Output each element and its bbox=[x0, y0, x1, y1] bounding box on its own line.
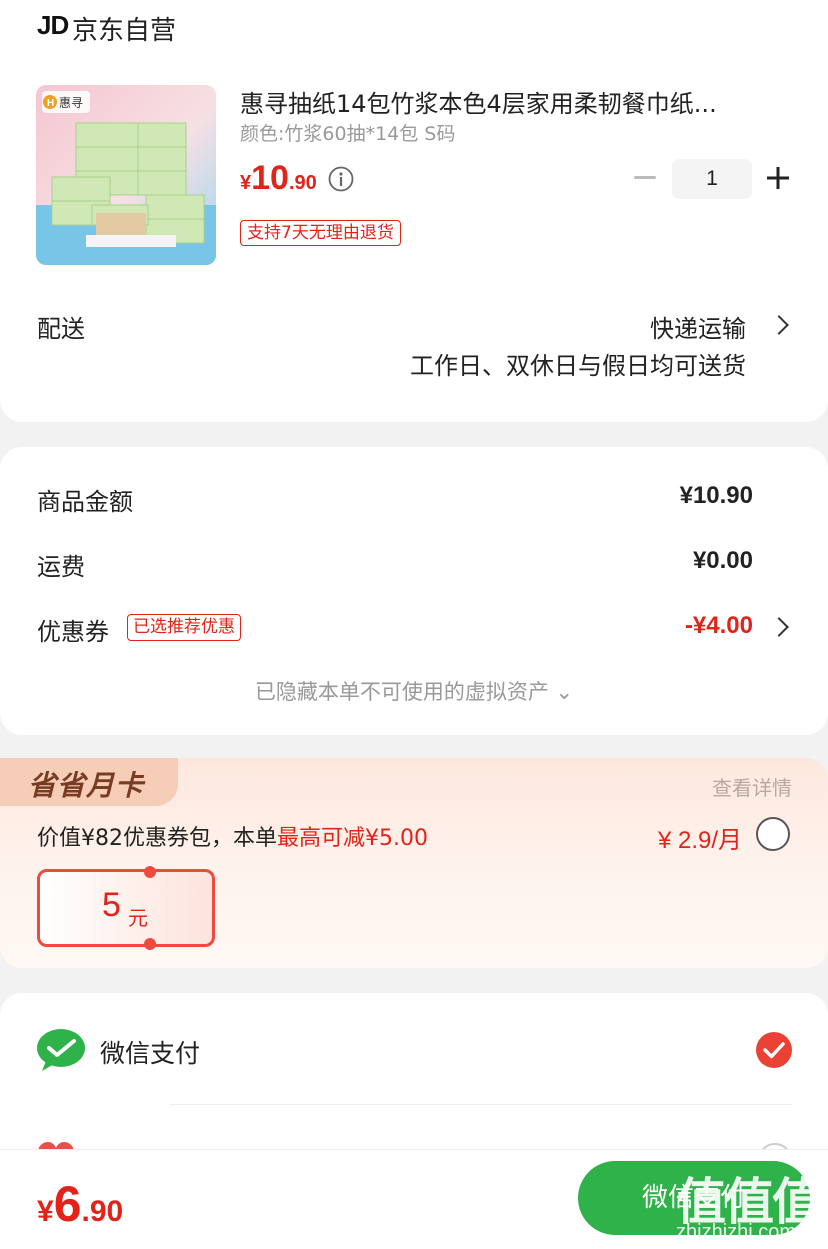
shipping-value: ¥0.00 bbox=[692, 547, 753, 574]
brand-logo-text: 惠寻 bbox=[59, 96, 83, 110]
delivery-method[interactable]: 快递运输 bbox=[650, 309, 746, 344]
watermark-url: zhizhizhi.com bbox=[676, 1221, 797, 1243]
product-spec[interactable]: 颜色:竹浆60抽*14包 S码 bbox=[240, 119, 455, 146]
monthly-card-price[interactable]: ¥ 2.9/月 bbox=[658, 820, 742, 855]
voucher-notch bbox=[144, 866, 156, 878]
monthly-card-desc: 价值¥82优惠券包，本单最高可减¥5.00 bbox=[37, 820, 428, 852]
voucher-amount: 5 bbox=[102, 886, 121, 924]
monthly-desc-prefix: 价值¥82优惠券包，本单 bbox=[37, 826, 277, 851]
delivery-note[interactable]: 工作日、双休日与假日均可送货 bbox=[410, 346, 746, 381]
checked-circle-icon[interactable] bbox=[755, 1031, 793, 1069]
return-policy-tag: 支持7天无理由退货 bbox=[240, 220, 401, 246]
monthly-card-radio[interactable] bbox=[756, 817, 790, 851]
voucher-5 bbox=[37, 866, 215, 950]
view-details-link[interactable]: 查看详情 bbox=[712, 772, 792, 801]
product-price: ¥10.90 bbox=[240, 159, 317, 198]
voucher-notch bbox=[144, 938, 156, 950]
product-title[interactable]: 惠寻抽纸14包竹浆本色4层家用柔韧餐巾纸... bbox=[240, 84, 780, 119]
info-icon[interactable] bbox=[328, 166, 354, 192]
coupon-value[interactable]: -¥4.00 bbox=[685, 612, 753, 640]
store-name[interactable]: 京东自营 bbox=[72, 10, 176, 47]
monthly-desc-highlight: 最高可减¥5.00 bbox=[277, 826, 428, 851]
product-image[interactable]: H 惠寻 bbox=[36, 85, 216, 265]
price-decimal: .90 bbox=[288, 172, 317, 194]
total-integer: 6 bbox=[53, 1176, 82, 1232]
monthly-card-badge-text: 省省月卡 bbox=[28, 769, 145, 802]
total-price: ¥6.90 bbox=[37, 1175, 123, 1233]
goods-amount-label: 商品金额 bbox=[37, 488, 133, 516]
delivery-label: 配送 bbox=[37, 315, 85, 343]
voucher-unit: 元 bbox=[128, 906, 148, 930]
quantity-input[interactable]: 1 bbox=[672, 159, 752, 199]
minus-icon[interactable] bbox=[634, 176, 656, 179]
divider bbox=[170, 1104, 792, 1105]
coupon-tag[interactable]: 已选推荐优惠 bbox=[127, 614, 241, 641]
price-integer: 10 bbox=[251, 159, 289, 197]
shipping-label: 运费 bbox=[37, 553, 85, 581]
wechat-icon bbox=[36, 1027, 86, 1073]
coupon-label[interactable]: 优惠券 bbox=[37, 612, 109, 647]
svg-text:H: H bbox=[47, 98, 54, 109]
plus-icon[interactable] bbox=[765, 165, 791, 191]
total-decimal: .90 bbox=[81, 1195, 124, 1228]
total-currency: ¥ bbox=[37, 1195, 54, 1228]
price-currency: ¥ bbox=[240, 172, 252, 194]
goods-amount-value: ¥10.90 bbox=[679, 482, 753, 509]
wechat-pay-label[interactable]: 微信支付 bbox=[100, 1034, 200, 1070]
hidden-assets-toggle[interactable]: 已隐藏本单不可使用的虚拟资产 ⌄ bbox=[0, 676, 828, 706]
jd-logo: JD bbox=[37, 10, 69, 40]
